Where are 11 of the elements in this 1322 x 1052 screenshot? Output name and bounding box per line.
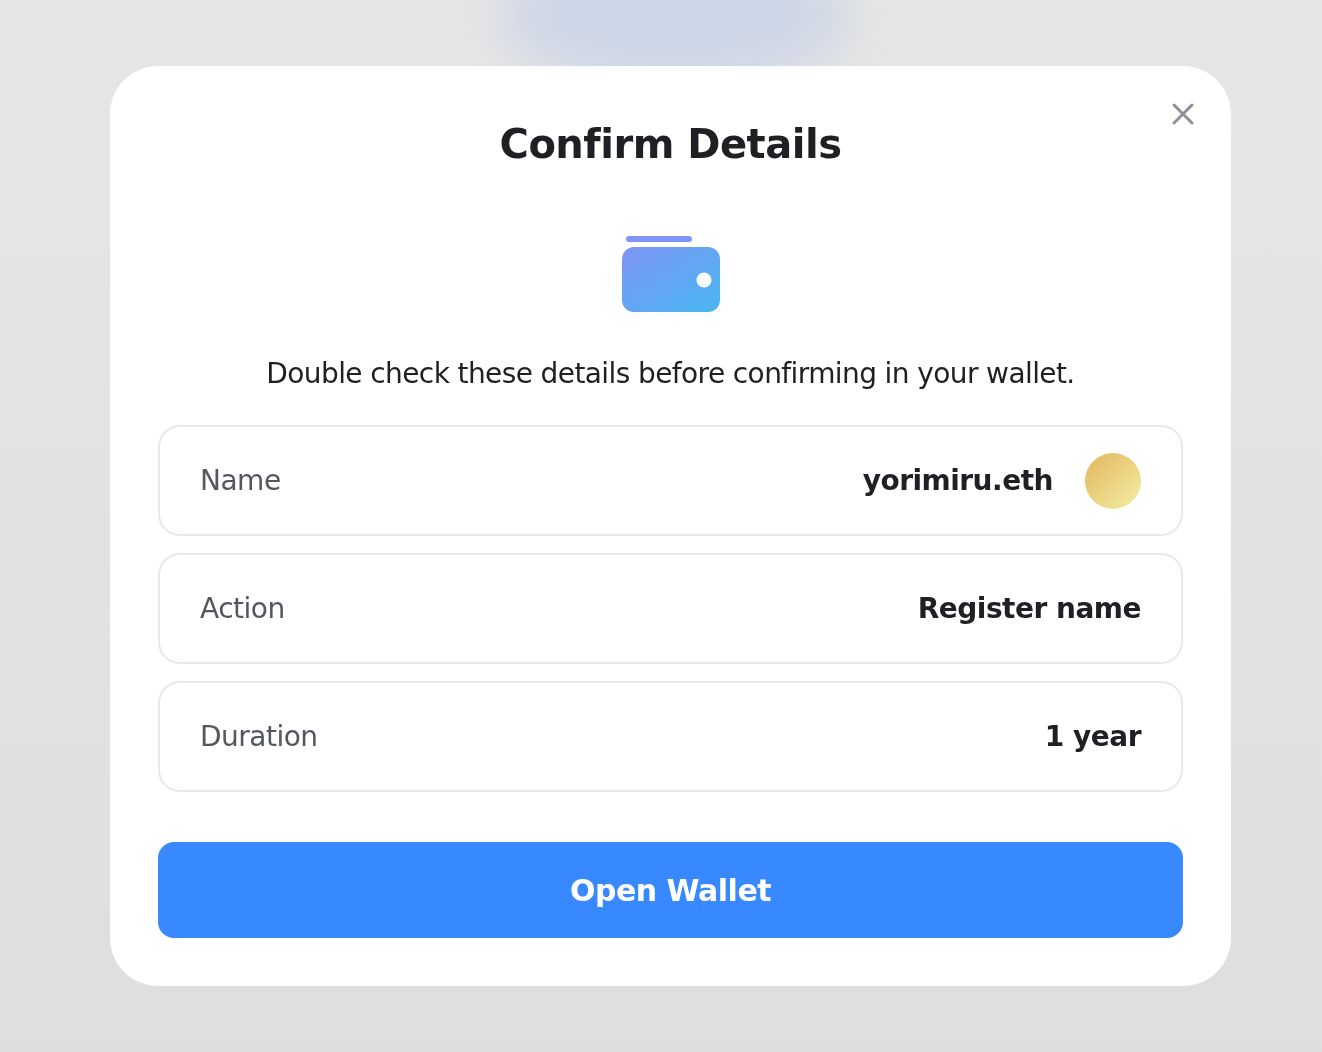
detail-value: yorimiru.eth	[862, 464, 1053, 497]
open-wallet-button[interactable]: Open Wallet	[158, 842, 1183, 938]
detail-value: 1 year	[1044, 720, 1141, 753]
close-icon[interactable]	[1171, 102, 1195, 126]
detail-label: Duration	[200, 720, 318, 753]
wallet-icon	[621, 236, 720, 312]
detail-value: Register name	[917, 592, 1141, 625]
dialog-description: Double check these details before confirming in your wallet.	[266, 356, 1075, 392]
detail-label: Name	[200, 464, 281, 497]
dialog-title: Confirm Details	[499, 120, 842, 169]
detail-label: Action	[200, 592, 285, 625]
